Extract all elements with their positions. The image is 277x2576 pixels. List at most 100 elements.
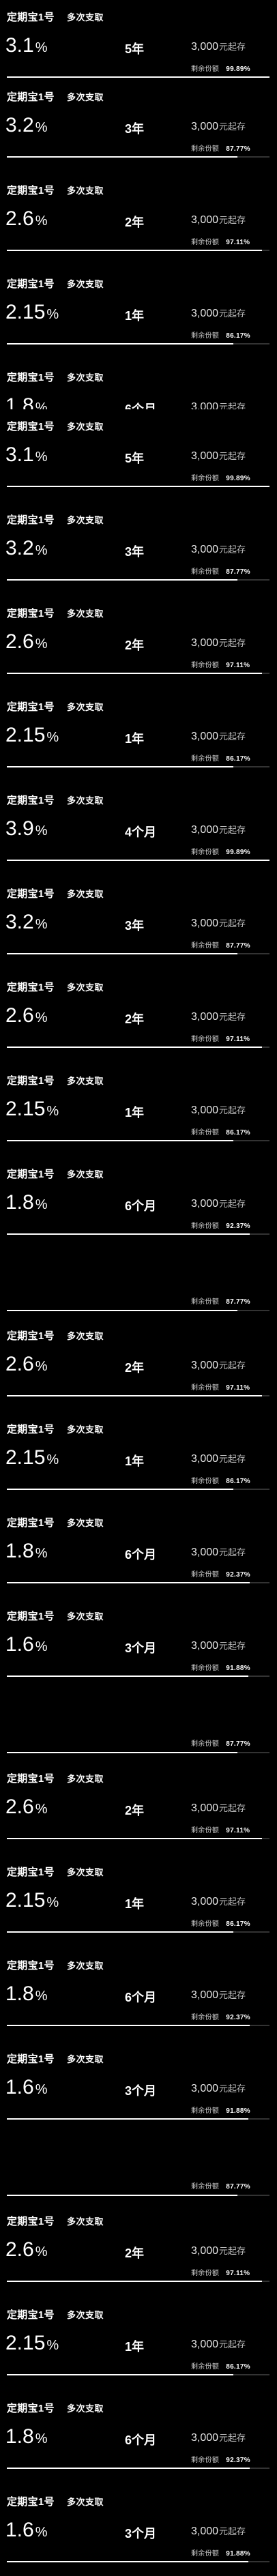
list-item[interactable]: 定期宝1号 多次支取 2.15% 1年 3,000元起存 剩余份额 86.17% [0, 1412, 277, 1504]
withdraw-tag: 多次支取 [67, 1961, 104, 1971]
min-deposit: 3,000元起存 [191, 1010, 246, 1023]
interest-rate: 2.15% [5, 724, 59, 749]
product-name: 定期宝1号 [7, 2053, 55, 2065]
remaining-progress-bar [7, 2468, 269, 2469]
list-item[interactable]: 定期宝1号 多次支取 2.6% 2年 3,000元起存 剩余份额 97.11% [0, 970, 277, 1062]
rate-value: 3.2 [5, 537, 34, 559]
interest-rate: 2.6% [5, 2238, 48, 2264]
list-item[interactable]: 定期宝1号 多次支取 2.6% 2年 3,000元起存 剩余份额 97.11% [0, 1319, 277, 1410]
min-amount: 3,000 [191, 2339, 219, 2350]
list-item[interactable]: 定期宝1号 多次支取 1.6% 3个月 3,000元起存 剩余份额 91.88% [0, 1599, 277, 1690]
rate-value: 2.15 [5, 724, 46, 746]
withdraw-tag: 多次支取 [67, 982, 104, 993]
remaining-share: 剩余份额 92.37% [191, 2454, 250, 2464]
withdraw-tag: 多次支取 [67, 1169, 104, 1180]
remaining-value: 97.11% [226, 239, 250, 246]
rate-unit: % [35, 120, 48, 135]
list-item[interactable]: 定期宝1号 多次支取 2.6% 2年 3,000元起存 剩余份额 97.11% [0, 2204, 277, 2296]
list-item[interactable]: 定期宝1号 多次支取 2.15% 1年 3,000元起存 剩余份额 86.17% [0, 1064, 277, 1155]
remaining-progress-bar [7, 1752, 269, 1753]
remaining-value: 99.89% [226, 65, 250, 73]
product-name: 定期宝1号 [7, 795, 55, 806]
progress-fill [7, 2118, 248, 2120]
list-item[interactable]: 定期宝1号 多次支取 2.15% 1年 3,000元起存 剩余份额 86.17% [0, 267, 277, 358]
min-deposit: 3,000元起存 [191, 2524, 246, 2538]
term-length: 3个月 [125, 2527, 157, 2541]
term-length: 3年 [125, 545, 145, 559]
remaining-progress-bar [7, 2281, 269, 2282]
min-unit: 元起存 [219, 1012, 246, 1022]
min-unit: 元起存 [219, 544, 246, 555]
remaining-progress-bar [7, 673, 269, 674]
min-amount: 3,000 [191, 2083, 219, 2094]
list-item[interactable]: 定期宝1号 多次支取 2.15% 1年 3,000元起存 剩余份额 86.17% [0, 1855, 277, 1946]
remaining-share: 剩余份额 87.77% [191, 566, 250, 576]
remaining-value: 87.77% [226, 2183, 250, 2191]
interest-rate: 1.8% [5, 1540, 48, 1565]
remaining-value: 91.88% [226, 2550, 250, 2558]
remaining-share: 剩余份额 97.11% [191, 1824, 250, 1834]
list-item[interactable]: 定期宝1号 多次支取 2.15% 1年 3,000元起存 剩余份额 86.17% [0, 690, 277, 781]
rate-value: 1.8 [5, 1191, 34, 1214]
term-length: 3个月 [125, 1641, 157, 1655]
list-item[interactable]: 定期宝1号 多次支取 3.1% 5年 3,000元起存 剩余份额 99.89% [0, 409, 277, 501]
remaining-value: 86.17% [226, 2363, 250, 2371]
term-length: 1年 [125, 732, 145, 746]
product-name: 定期宝1号 [7, 1330, 55, 1342]
rate-unit: % [46, 730, 59, 745]
rate-value: 2.15 [5, 1889, 46, 1912]
withdraw-tag: 多次支取 [67, 702, 104, 712]
list-item[interactable]: 定期宝1号 多次支取 2.6% 2年 3,000元起存 剩余份额 97.11% [0, 1761, 277, 1853]
list-item[interactable]: 定期宝1号 多次支取 1.6% 3个月 3,000元起存 剩余份额 91.88% [0, 2485, 277, 2576]
min-amount: 3,000 [191, 731, 219, 742]
remaining-share: 剩余份额 86.17% [191, 1475, 250, 1485]
rate-unit: % [35, 917, 48, 932]
interest-rate: 2.6% [5, 630, 48, 656]
term-length: 1年 [125, 2340, 145, 2354]
remaining-label: 剩余份额 [191, 662, 220, 669]
min-deposit: 3,000元起存 [191, 2244, 246, 2257]
min-unit: 元起存 [219, 1105, 246, 1115]
list-item[interactable]: 定期宝1号 多次支取 1.8% 6个月 3,000元起存 剩余份额 92.37% [0, 1157, 277, 1248]
min-amount: 3,000 [191, 2432, 219, 2444]
rate-unit: % [35, 1639, 48, 1654]
remaining-progress-bar [7, 1582, 269, 1583]
withdraw-tag: 多次支取 [67, 1518, 104, 1528]
remaining-share: 剩余份额 87.77% [191, 2180, 250, 2191]
list-item[interactable]: 定期宝1号 多次支取 1.8% 6个月 3,000元起存 剩余份额 92.37% [0, 1948, 277, 2040]
list-item[interactable]: 定期宝1号 多次支取 3.2% 3年 3,000元起存 剩余份额 87.77% [0, 877, 277, 968]
min-unit: 元起存 [219, 918, 246, 928]
min-unit: 元起存 [219, 1547, 246, 1557]
remaining-label: 剩余份额 [191, 1223, 220, 1230]
remaining-share: 剩余份额 87.77% [191, 1738, 250, 1748]
rate-value: 2.6 [5, 207, 34, 230]
list-item[interactable]: 定期宝1号 多次支取 3.2% 3年 3,000元起存 剩余份额 87.77% [0, 80, 277, 171]
remaining-progress-bar [7, 1931, 269, 1933]
remaining-progress-bar [7, 1838, 269, 1839]
list-item[interactable]: 定期宝1号 多次支取 2.6% 2年 3,000元起存 剩余份额 97.11% [0, 596, 277, 688]
list-item[interactable]: 定期宝1号 多次支取 3.9% 4个月 3,000元起存 剩余份额 99.89% [0, 783, 277, 875]
progress-fill [7, 343, 233, 345]
progress-fill [7, 1582, 250, 1583]
list-item[interactable]: 定期宝1号 多次支取 1.6% 3个月 3,000元起存 剩余份额 91.88% [0, 2042, 277, 2133]
min-deposit: 3,000元起存 [191, 1452, 246, 1465]
withdraw-tag: 多次支取 [67, 609, 104, 619]
list-item[interactable]: 定期宝1号 多次支取 3.1% 5年 3,000元起存 剩余份额 99.89% [0, 0, 277, 91]
remaining-progress-bar [7, 1046, 269, 1048]
rate-unit: % [35, 823, 48, 838]
progress-fill [7, 1046, 262, 1048]
term-length: 2年 [125, 1012, 145, 1026]
min-amount: 3,000 [191, 1104, 219, 1116]
list-item[interactable]: 定期宝1号 多次支取 1.8% 6个月 3,000元起存 剩余份额 92.37% [0, 1506, 277, 1597]
remaining-progress-bar [7, 2561, 269, 2562]
list-item[interactable]: 定期宝1号 多次支取 2.6% 2年 3,000元起存 剩余份额 97.11% [0, 173, 277, 265]
list-item[interactable]: 定期宝1号 多次支取 2.15% 1年 3,000元起存 剩余份额 86.17% [0, 2298, 277, 2389]
withdraw-tag: 多次支取 [67, 2310, 104, 2320]
min-amount: 3,000 [191, 1802, 219, 1814]
min-unit: 元起存 [219, 308, 246, 319]
remaining-progress-bar [7, 486, 269, 487]
list-item[interactable]: 定期宝1号 多次支取 1.8% 6个月 3,000元起存 剩余份额 92.37% [0, 2391, 277, 2483]
remaining-value: 87.77% [226, 568, 250, 576]
list-item[interactable]: 定期宝1号 多次支取 3.2% 3年 3,000元起存 剩余份额 87.77% [0, 503, 277, 594]
product-name: 定期宝1号 [7, 1773, 55, 1785]
